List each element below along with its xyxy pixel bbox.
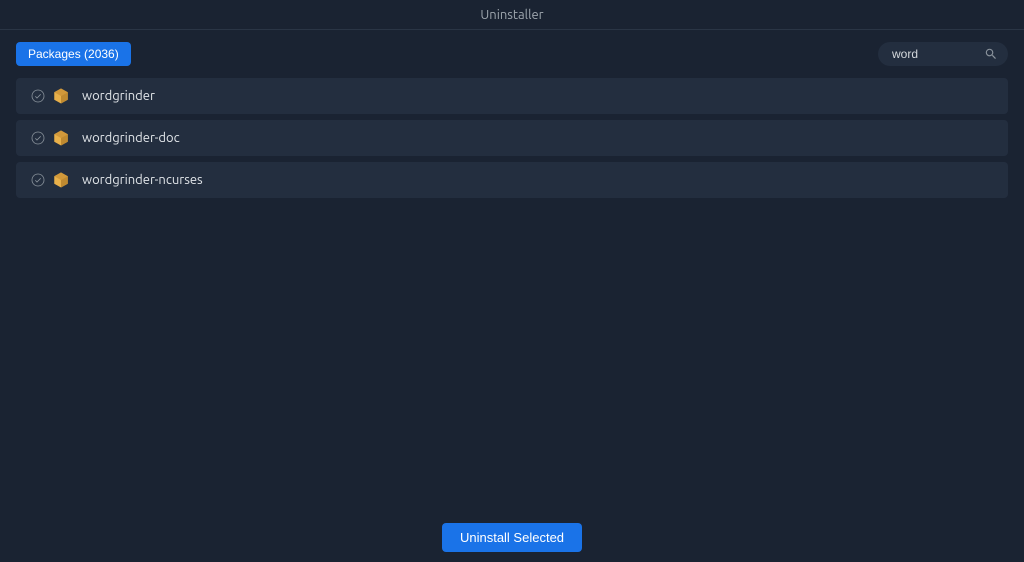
check-circle-icon[interactable] — [30, 130, 46, 146]
package-row[interactable]: wordgrinder-doc — [16, 120, 1008, 156]
package-box-icon — [52, 171, 70, 189]
search-icon — [984, 47, 998, 61]
package-list: wordgrinder wordgrinder-doc wordgrinder-… — [0, 70, 1024, 212]
package-row[interactable]: wordgrinder — [16, 78, 1008, 114]
package-row[interactable]: wordgrinder-ncurses — [16, 162, 1008, 198]
packages-tab-button[interactable]: Packages (2036) — [16, 42, 131, 66]
package-box-icon — [52, 87, 70, 105]
check-circle-icon[interactable] — [30, 172, 46, 188]
search-box — [878, 42, 1008, 66]
package-name-label: wordgrinder-doc — [82, 131, 180, 145]
titlebar: Uninstaller — [0, 0, 1024, 30]
package-box-icon — [52, 129, 70, 147]
window-title: Uninstaller — [480, 8, 543, 22]
package-name-label: wordgrinder-ncurses — [82, 173, 203, 187]
package-name-label: wordgrinder — [82, 89, 155, 103]
check-circle-icon[interactable] — [30, 88, 46, 104]
bottom-bar: Uninstall Selected — [0, 523, 1024, 552]
uninstall-selected-button[interactable]: Uninstall Selected — [442, 523, 582, 552]
toolbar: Packages (2036) — [0, 38, 1024, 70]
